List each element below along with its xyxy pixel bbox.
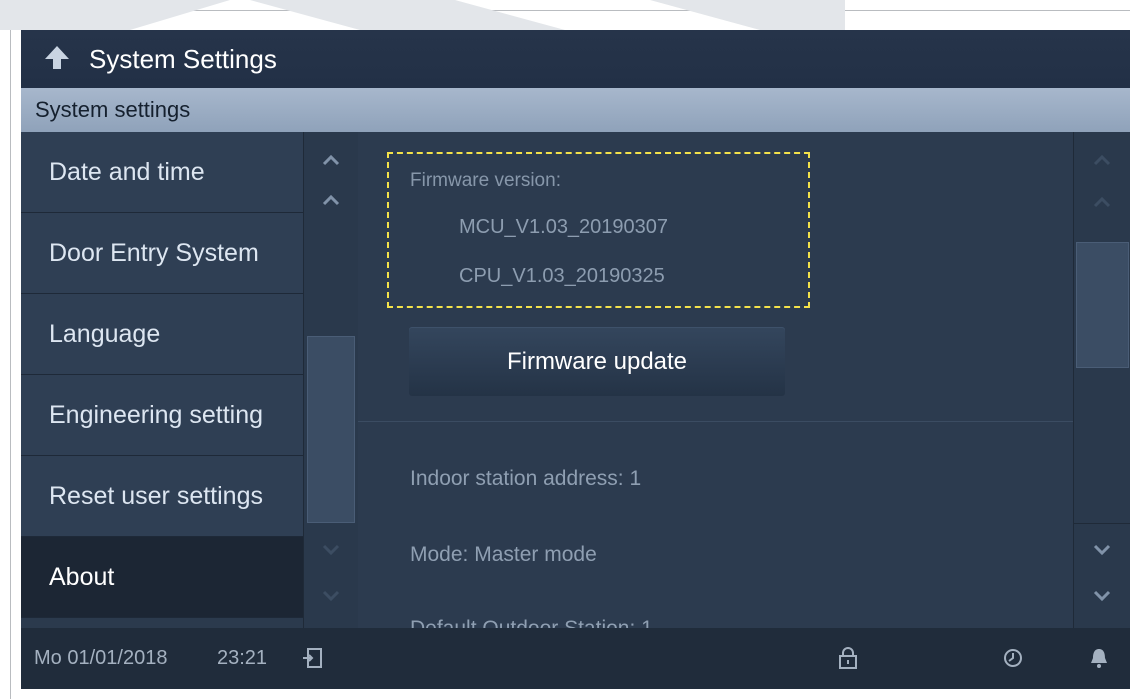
cpu-version: CPU_V1.03_20190325 [459,265,665,287]
back-button[interactable] [37,39,77,79]
section-header: System settings [21,88,1130,132]
menu-item-date-time[interactable]: Date and time [21,132,303,213]
menu-item-about[interactable]: About [21,537,303,618]
station-mode: Mode: Master mode [410,543,597,566]
chevron-up-icon [322,154,340,166]
menu-item-label: Door Entry System [49,238,259,267]
section-title: System settings [35,97,191,122]
history-icon[interactable] [999,644,1027,672]
station-address: Indoor station address: 1 [410,467,642,490]
bell-icon[interactable] [1085,644,1113,672]
back-arrow-icon [43,43,71,76]
default-outdoor-station: Default Outdoor Station: 1 [410,617,653,628]
chevron-down-icon [1093,544,1111,556]
menu-item-label: Engineering setting [49,400,264,429]
frame-left-line [10,10,11,699]
scroll-down-button[interactable] [317,536,345,564]
page-title: System Settings [89,43,277,74]
status-time: 23:21 [217,647,268,669]
content-scrollbar[interactable] [1073,132,1130,628]
menu-item-label: Reset user settings [49,481,263,510]
menu-item-reset-user[interactable]: Reset user settings [21,456,303,537]
device-screen: System Settings System settings Date and… [21,30,1130,689]
menu-item-label: Language [49,319,161,348]
content-scroll-page-up-button[interactable] [1088,146,1116,174]
scroll-up-button[interactable] [317,186,345,214]
settings-menu: Date and time Door Entry System Language… [21,132,303,628]
menu-scroll-thumb[interactable] [307,336,355,523]
chevron-down-icon [322,544,340,556]
status-bar: Mo 01/01/2018 23:21 [21,628,1130,689]
menu-item-door-entry[interactable]: Door Entry System [21,213,303,294]
menu-item-label: Date and time [49,157,205,186]
exit-icon[interactable] [299,644,327,672]
content-scroll-up-button[interactable] [1088,188,1116,216]
title-bar: System Settings [21,30,1130,88]
divider [358,421,1073,422]
watermark-shapes [0,0,845,30]
content-scroll-down-button[interactable] [1088,536,1116,564]
content-scroll-thumb[interactable] [1076,242,1129,368]
content-scroll-page-down-button[interactable] [1088,582,1116,610]
scroll-page-up-button[interactable] [317,146,345,174]
chevron-up-icon [1093,196,1111,208]
menu-item-language[interactable]: Language [21,294,303,375]
firmware-update-label: Firmware update [506,347,688,375]
menu-item-engineering[interactable]: Engineering setting [21,375,303,456]
menu-scrollbar[interactable] [303,132,358,628]
lock-icon[interactable] [834,644,862,672]
scroll-page-down-button[interactable] [317,582,345,610]
status-date: Mo 01/01/2018 [34,647,168,669]
chevron-up-icon [1093,154,1111,166]
chevron-down-icon [322,590,340,602]
scrollbar-separator [1074,523,1130,524]
mcu-version: MCU_V1.03_20190307 [459,216,669,238]
firmware-update-button[interactable]: Firmware update [409,327,785,396]
about-panel: Firmware version: MCU_V1.03_20190307 CPU… [358,132,1073,628]
chevron-up-icon [322,194,340,206]
chevron-down-icon [1093,590,1111,602]
menu-item-label: About [49,562,115,591]
firmware-version-label: Firmware version: [410,170,561,191]
